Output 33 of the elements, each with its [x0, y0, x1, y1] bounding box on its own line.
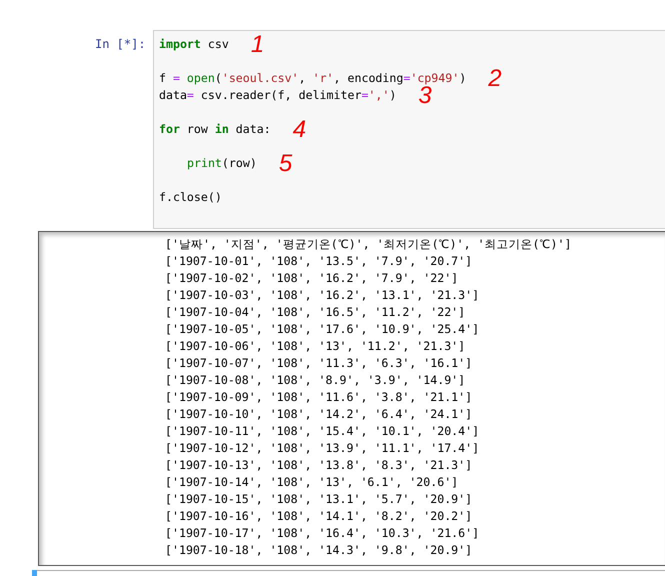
- output-line: ['1907-10-18', '108', '14.3', '9.8', '20.9']: [165, 542, 474, 559]
- output-line: ['1907-10-08', '108', '8.9', '3.9', '14.9']: [165, 372, 466, 389]
- output-line: ['1907-10-01', '108', '13.5', '7.9', '20.7']: [165, 253, 474, 270]
- cell-prompt: In [*]:: [95, 36, 147, 53]
- handwritten-number: 1: [250, 36, 264, 53]
- code-line: print(row): [187, 155, 257, 172]
- output-line: ['1907-10-03', '108', '16.2', '13.1', '21.3']: [165, 287, 480, 304]
- output-line: ['1907-10-10', '108', '14.2', '6.4', '24.1']: [165, 406, 474, 423]
- handwritten-number: 3: [418, 87, 432, 104]
- output-line: ['1907-10-07', '108', '11.3', '6.3', '16.1']: [165, 355, 474, 372]
- code-line: for row in data:: [159, 121, 271, 138]
- output-line: ['1907-10-11', '108', '15.4', '10.1', '20.4']: [165, 423, 480, 440]
- output-line: ['1907-10-17', '108', '16.4', '10.3', '21.6']: [165, 525, 480, 542]
- handwritten-number: 5: [278, 155, 292, 172]
- output-line: ['1907-10-16', '108', '14.1', '8.2', '20.2']: [165, 508, 474, 525]
- handwritten-number: 4: [292, 121, 306, 138]
- output-line: ['1907-10-09', '108', '11.6', '3.8', '21.1']: [165, 389, 474, 406]
- output-line: ['1907-10-13', '108', '13.8', '8.3', '21.3']: [165, 457, 474, 474]
- output-line: ['1907-10-12', '108', '13.9', '11.1', '17.4']: [165, 440, 480, 457]
- code-line: f = open('seoul.csv', 'r', encoding='cp949'): [159, 70, 466, 86]
- output-line: ['1907-10-02', '108', '16.2', '7.9', '22']: [165, 270, 460, 287]
- code-line: data= csv.reader(f, delimiter=','): [159, 87, 396, 104]
- output-line: ['1907-10-04', '108', '16.5', '11.2', '22']: [165, 304, 466, 321]
- code-line: import csv: [159, 36, 229, 53]
- output-line: ['1907-10-14', '108', '13', '6.1', '20.6']: [165, 474, 460, 491]
- code-editor[interactable]: import csv 1 f = open('seoul.csv', 'r', encoding='cp949') 2 data= csv.reader(f, delimiter=',') 3 for row in data: 4 print(row) 5 f.close(): [153, 30, 665, 229]
- code-line: f.close(): [159, 189, 222, 206]
- output-line: ['날짜', '지점', '평균기온(℃)', '최저기온(℃)', '최고기온(℃)']: [165, 236, 572, 253]
- output-line: ['1907-10-05', '108', '17.6', '10.9', '25.4']: [165, 321, 480, 338]
- handwritten-number: 2: [488, 70, 502, 87]
- output-line: ['1907-10-15', '108', '13.1', '5.7', '20.9']: [165, 491, 474, 508]
- output-line: ['1907-10-06', '108', '13', '11.2', '21.3']: [165, 338, 466, 355]
- cell-selection-bar: [32, 570, 37, 576]
